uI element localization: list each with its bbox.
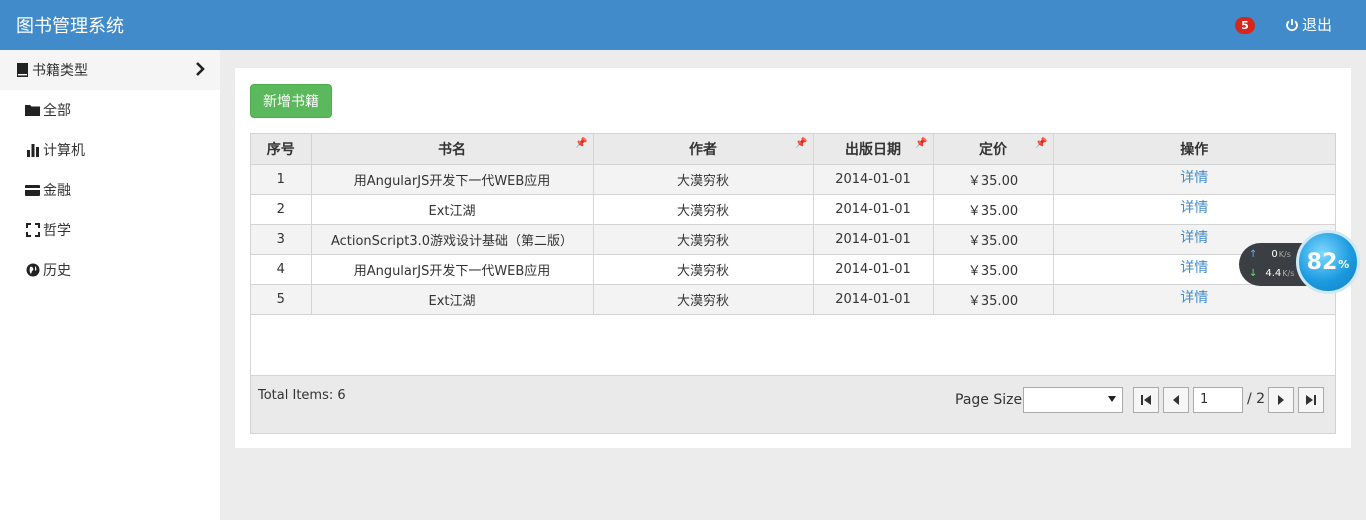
app-title: 图书管理系统: [16, 16, 124, 37]
grid-footer: Total Items: 6 Page Size: 1 / 2: [251, 375, 1335, 433]
cell-title: 用AngularJS开发下一代WEB应用: [311, 164, 594, 195]
globe-icon: [25, 263, 40, 277]
sidebar-item-philosophy[interactable]: 哲学: [0, 210, 220, 250]
cell-action: 详情: [1053, 164, 1335, 195]
sidebar-section-book-types[interactable]: 书籍类型: [0, 50, 220, 90]
add-book-button[interactable]: 新增书籍: [250, 84, 332, 118]
sidebar-item-all[interactable]: 全部: [0, 90, 220, 130]
column-header-author[interactable]: 作者 📌: [593, 134, 814, 165]
cell-author: 大漠穷秋: [593, 194, 814, 225]
sidebar-item-label: 计算机: [43, 143, 85, 159]
top-navbar: 图书管理系统 5 退出: [0, 0, 1366, 50]
cell-price: ￥35.00: [933, 224, 1054, 255]
current-page-input[interactable]: 1: [1193, 387, 1243, 413]
details-link[interactable]: 详情: [1180, 170, 1208, 186]
chevron-right-icon: [196, 62, 205, 76]
sidebar-item-history[interactable]: 历史: [0, 250, 220, 290]
pin-icon[interactable]: 📌: [915, 138, 927, 149]
cell-date: 2014-01-01: [813, 224, 934, 255]
download-arrow-icon: ↓: [1249, 268, 1258, 279]
cell-author: 大漠穷秋: [593, 224, 814, 255]
books-grid: 序号 书名 📌 作者 📌 出版日期 📌 定价 📌 操作 1 用AngularJS开发下一…: [250, 133, 1336, 434]
cell-author: 大漠穷秋: [593, 254, 814, 285]
sidebar-item-computer[interactable]: 计算机: [0, 130, 220, 170]
next-page-icon: [1278, 395, 1284, 405]
bar-chart-icon: [25, 143, 40, 157]
book-icon: [17, 63, 28, 77]
page-size-select[interactable]: [1023, 387, 1123, 413]
cell-no: 5: [251, 284, 312, 315]
sidebar-item-label: 全部: [43, 103, 71, 119]
cell-price: ￥35.00: [933, 284, 1054, 315]
column-header-price[interactable]: 定价 📌: [933, 134, 1054, 165]
total-items: Total Items: 6: [258, 388, 346, 403]
table-row[interactable]: 2 Ext江湖 大漠穷秋 2014-01-01 ￥35.00 详情: [251, 194, 1335, 225]
folder-icon: [25, 103, 40, 117]
page-size-label: Page Size:: [955, 392, 1027, 408]
cell-no: 1: [251, 164, 312, 195]
cell-date: 2014-01-01: [813, 164, 934, 195]
sidebar-item-finance[interactable]: 金融: [0, 170, 220, 210]
last-page-icon: [1306, 395, 1316, 405]
next-page-button[interactable]: [1268, 387, 1294, 413]
cell-author: 大漠穷秋: [593, 164, 814, 195]
sidebar-item-label: 历史: [43, 263, 71, 279]
column-header-title[interactable]: 书名 📌: [311, 134, 594, 165]
credit-card-icon: [25, 183, 40, 197]
table-header-row: 序号 书名 📌 作者 📌 出版日期 📌 定价 📌 操作: [251, 134, 1335, 165]
sidebar: 书籍类型 全部 计算机 金融 哲学 历史: [0, 50, 220, 520]
sidebar-item-label: 哲学: [43, 223, 71, 239]
cell-no: 4: [251, 254, 312, 285]
upload-speed: ↑ 0 K/s: [1249, 249, 1291, 260]
pin-icon[interactable]: 📌: [795, 138, 807, 149]
details-link[interactable]: 详情: [1180, 230, 1208, 246]
cell-price: ￥35.00: [933, 194, 1054, 225]
cell-title: ActionScript3.0游戏设计基础（第二版）: [311, 224, 594, 255]
fullscreen-icon: [25, 223, 40, 237]
memory-usage-ball[interactable]: 82%: [1296, 230, 1360, 294]
cell-price: ￥35.00: [933, 254, 1054, 285]
pin-icon[interactable]: 📌: [1035, 138, 1047, 149]
logout-label: 退出: [1302, 16, 1333, 34]
cell-title: Ext江湖: [311, 194, 594, 225]
upload-arrow-icon: ↑: [1249, 249, 1258, 260]
cell-date: 2014-01-01: [813, 194, 934, 225]
column-header-no[interactable]: 序号: [251, 134, 312, 165]
sidebar-item-label: 金融: [43, 183, 71, 199]
last-page-button[interactable]: [1298, 387, 1324, 413]
cell-no: 3: [251, 224, 312, 255]
cell-author: 大漠穷秋: [593, 284, 814, 315]
first-page-button[interactable]: [1133, 387, 1159, 413]
download-speed: ↓ 4.4 K/s: [1249, 268, 1295, 279]
caret-down-icon: [1108, 396, 1116, 402]
notification-badge[interactable]: 5: [1235, 17, 1255, 34]
table-row[interactable]: 5 Ext江湖 大漠穷秋 2014-01-01 ￥35.00 详情: [251, 284, 1335, 315]
table-row[interactable]: 1 用AngularJS开发下一代WEB应用 大漠穷秋 2014-01-01 ￥…: [251, 164, 1335, 195]
first-page-icon: [1141, 395, 1151, 405]
pin-icon[interactable]: 📌: [575, 138, 587, 149]
column-header-date[interactable]: 出版日期 📌: [813, 134, 934, 165]
details-link[interactable]: 详情: [1180, 260, 1208, 276]
cell-title: 用AngularJS开发下一代WEB应用: [311, 254, 594, 285]
prev-page-button[interactable]: [1163, 387, 1189, 413]
cell-action: 详情: [1053, 194, 1335, 225]
cell-action: 详情: [1053, 284, 1335, 315]
total-pages: / 2: [1247, 391, 1266, 407]
power-icon: [1286, 18, 1298, 31]
cell-title: Ext江湖: [311, 284, 594, 315]
column-header-action[interactable]: 操作: [1053, 134, 1335, 165]
logout-button[interactable]: 退出: [1285, 14, 1332, 35]
cell-date: 2014-01-01: [813, 284, 934, 315]
main-panel: 新增书籍 序号 书名📌 作者📌 出版日期📌 定价📌 操作 1 用Angu: [235, 68, 1351, 448]
prev-page-icon: [1173, 395, 1179, 405]
table-row[interactable]: 4 用AngularJS开发下一代WEB应用 大漠穷秋 2014-01-01 ￥…: [251, 254, 1335, 285]
books-table: 序号 书名 📌 作者 📌 出版日期 📌 定价 📌 操作 1 用AngularJS开发下一…: [251, 134, 1335, 315]
cell-date: 2014-01-01: [813, 254, 934, 285]
details-link[interactable]: 详情: [1180, 200, 1208, 216]
cell-price: ￥35.00: [933, 164, 1054, 195]
details-link[interactable]: 详情: [1180, 290, 1208, 306]
table-row[interactable]: 3 ActionScript3.0游戏设计基础（第二版） 大漠穷秋 2014-0…: [251, 224, 1335, 255]
sidebar-section-label: 书籍类型: [32, 63, 88, 79]
cell-no: 2: [251, 194, 312, 225]
